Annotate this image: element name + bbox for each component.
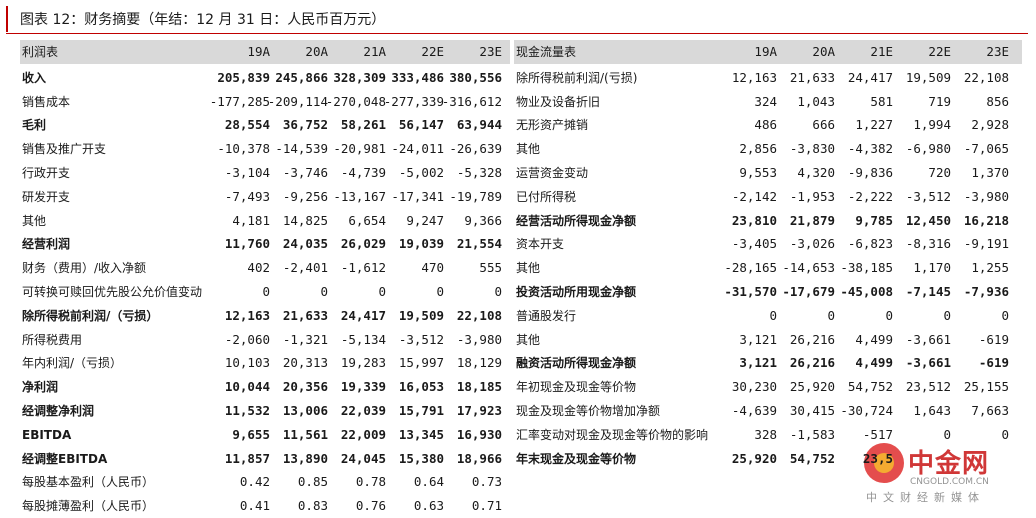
income-row-label: 毛利 bbox=[22, 118, 47, 133]
income-row-label: 经调整净利润 bbox=[22, 404, 95, 418]
cashflow-row-label: 无形资产摊销 bbox=[516, 118, 589, 133]
cashflow-row-label: 资本开支 bbox=[516, 237, 565, 252]
income-row-value: 63,944 bbox=[456, 117, 502, 133]
cashflow-row-value: 1,370 bbox=[971, 165, 1009, 180]
income-row-label: 每股摊薄盈利（人民币） bbox=[22, 499, 155, 514]
income-row-label: 研发开支 bbox=[22, 189, 71, 204]
cashflow-year-header: 19A bbox=[754, 44, 777, 59]
income-row-value: 0.71 bbox=[471, 498, 502, 514]
cashflow-row-label: 物业及设备折旧 bbox=[516, 94, 601, 109]
income-header-label: 利润表 bbox=[22, 45, 59, 59]
income-row-value: -26,639 bbox=[449, 141, 502, 157]
income-row-value: -3,980 bbox=[456, 331, 502, 347]
income-row-label: 经营利润 bbox=[22, 237, 71, 252]
cashflow-row-label: 年末现金及现金等价物 bbox=[516, 451, 637, 466]
cashflow-row-label: 汇率变动对现金及现金等价物的影响 bbox=[516, 427, 709, 442]
cashflow-row-value: 0 bbox=[1001, 426, 1009, 442]
cashflow-header-label: 现金流量表 bbox=[516, 45, 577, 59]
cashflow-year-header: 21E bbox=[870, 44, 893, 59]
income-row-value: 22,108 bbox=[456, 307, 502, 323]
income-row-label: 销售成本 bbox=[22, 94, 71, 109]
cashflow-row-value: 0 bbox=[1001, 307, 1009, 323]
income-row-label: 除所得税前利润/（亏损） bbox=[22, 308, 159, 323]
income-row-value: -19,789 bbox=[449, 188, 502, 204]
income-row-value: 18,129 bbox=[456, 355, 502, 371]
income-row-value: 18,966 bbox=[456, 450, 502, 466]
income-row-label: 销售及推广开支 bbox=[22, 142, 107, 157]
income-row-value: 21,554 bbox=[456, 236, 502, 252]
income-row-value: 380,556 bbox=[449, 69, 502, 85]
cashflow-row-value: 25,155 bbox=[963, 379, 1009, 395]
page-title: 图表 12：财务摘要（年结：12 月 31 日：人民币百万元） bbox=[20, 12, 386, 28]
cashflow-row-value: 22,108 bbox=[963, 69, 1009, 85]
cashflow-row-value: -619 bbox=[978, 331, 1009, 347]
cashflow-year-header: 20A bbox=[812, 44, 835, 59]
cashflow-row-value: 2,928 bbox=[971, 117, 1009, 133]
income-row-label: EBITDA bbox=[22, 427, 72, 442]
income-year-header: 22E bbox=[421, 44, 444, 59]
cashflow-row-value: -7,936 bbox=[963, 284, 1009, 299]
income-row-label: 所得税费用 bbox=[22, 332, 83, 347]
cashflow-row-label: 现金及现金等价物增加净额 bbox=[516, 404, 661, 418]
cashflow-row-label: 经营活动所得现金净额 bbox=[516, 213, 637, 228]
income-year-header: 19A bbox=[247, 44, 270, 59]
income-row-value: 0.73 bbox=[471, 474, 502, 490]
income-row-label: 净利润 bbox=[22, 380, 59, 395]
cashflow-row-label: 其他 bbox=[516, 142, 541, 157]
title-divider bbox=[6, 33, 1028, 34]
income-row-value: 17,923 bbox=[456, 403, 502, 418]
cashflow-row-value: 856 bbox=[986, 93, 1009, 109]
income-row-label: 年内利润/（亏损） bbox=[22, 356, 123, 371]
cashflow-row-label: 其他 bbox=[516, 261, 541, 276]
cashflow-row-label: 投资活动所用现金净额 bbox=[516, 285, 637, 299]
cashflow-row-label: 融资活动所得现金净额 bbox=[516, 356, 637, 371]
cashflow-row-value: 7,663 bbox=[971, 403, 1009, 418]
income-row-value: 9,366 bbox=[464, 212, 502, 228]
income-row-value: -5,328 bbox=[456, 165, 502, 180]
income-row-value: -316,612 bbox=[441, 93, 502, 109]
cashflow-row-value: 16,218 bbox=[963, 212, 1009, 228]
income-row-label: 收入 bbox=[22, 70, 47, 85]
income-row-label: 财务（费用）/收入净额 bbox=[22, 261, 147, 276]
income-row-value: 18,185 bbox=[456, 379, 502, 395]
income-year-header: 20A bbox=[305, 44, 328, 59]
cashflow-row-label: 运营资金变动 bbox=[516, 166, 589, 180]
income-row-label: 经调整EBITDA bbox=[22, 451, 108, 466]
brand-tagline: 中文财经新媒体 bbox=[866, 491, 985, 504]
title-accent-rule bbox=[6, 6, 8, 32]
cashflow-row-label: 普通股发行 bbox=[516, 308, 577, 323]
cashflow-row-label: 除所得税前利润/(亏损) bbox=[516, 70, 638, 85]
cashflow-year-header: 22E bbox=[928, 44, 951, 59]
income-row-label: 其他 bbox=[22, 213, 47, 228]
cashflow-row-value: -3,980 bbox=[963, 188, 1009, 204]
cashflow-row-value: -7,065 bbox=[963, 141, 1009, 157]
cashflow-row-label: 已付所得税 bbox=[516, 189, 577, 204]
income-row-label: 每股基本盈利（人民币） bbox=[22, 475, 155, 490]
income-row-value: 16,930 bbox=[456, 426, 502, 442]
income-row-label: 行政开支 bbox=[22, 166, 71, 180]
income-row-value: 0 bbox=[494, 284, 502, 299]
cashflow-row-label: 年初现金及现金等价物 bbox=[516, 380, 637, 395]
income-year-header: 23E bbox=[479, 44, 502, 59]
cashflow-year-header: 23E bbox=[986, 44, 1009, 59]
cashflow-row-value: 1,255 bbox=[971, 260, 1009, 276]
income-year-header: 21A bbox=[363, 44, 386, 59]
cashflow-row-label: 其他 bbox=[516, 332, 541, 347]
cashflow-row-value bbox=[939, 447, 1009, 471]
brand-url: CNGOLD.COM.CN bbox=[910, 477, 989, 487]
income-row-value: 555 bbox=[479, 260, 502, 276]
cashflow-row-value: -619 bbox=[978, 355, 1009, 371]
cashflow-row-value: -9,191 bbox=[963, 236, 1009, 252]
income-row-label: 可转换可赎回优先股公允价值变动 bbox=[22, 285, 203, 299]
